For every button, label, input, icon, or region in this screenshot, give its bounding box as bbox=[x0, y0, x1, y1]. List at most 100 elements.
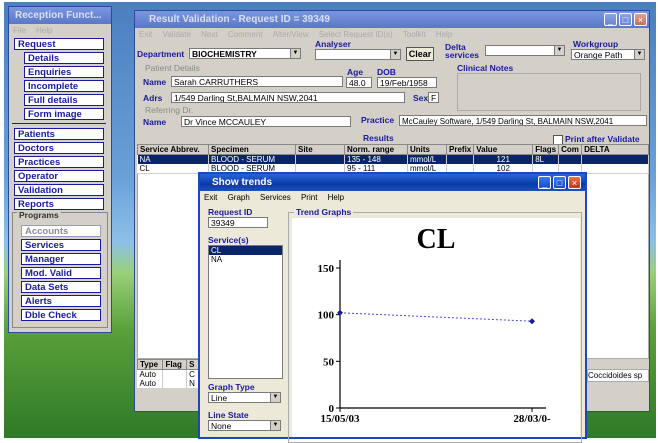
address-field[interactable]: 1/549 Darling St,BALMAIN NSW,2041 bbox=[171, 92, 405, 103]
col-prefix[interactable]: Prefix bbox=[445, 144, 475, 155]
maximize-icon[interactable]: □ bbox=[619, 13, 632, 26]
chart-axes: 05010015015/05/03 28/03/0- bbox=[318, 260, 551, 425]
dob-field[interactable]: 19/Feb/1958 bbox=[377, 77, 437, 88]
age-label: Age bbox=[347, 67, 364, 77]
menu-help[interactable]: Help bbox=[328, 193, 344, 202]
table-row[interactable]: Auto C bbox=[137, 369, 199, 379]
trend-graphs-label: Trend Graphs bbox=[294, 207, 354, 217]
request-id-label: Request ID bbox=[208, 207, 253, 217]
patient-name-field[interactable]: Sarah CARRUTHERS bbox=[171, 76, 343, 87]
enquiries-button[interactable]: Enquiries bbox=[24, 66, 104, 78]
organism-field[interactable]: Coccidoides sp bbox=[587, 369, 649, 382]
col-delta[interactable]: DELTA bbox=[581, 144, 649, 155]
line-state-select[interactable]: None ▼ bbox=[208, 420, 281, 431]
close-icon[interactable]: × bbox=[634, 13, 647, 26]
incomplete-button[interactable]: Incomplete bbox=[24, 80, 104, 92]
services-list: CL NA bbox=[208, 245, 283, 379]
cell: 135 - 148 bbox=[344, 154, 408, 164]
doctors-button[interactable]: Doctors bbox=[14, 142, 104, 154]
col-value[interactable]: Value bbox=[473, 144, 534, 155]
menu-print[interactable]: Print bbox=[301, 193, 317, 202]
list-item[interactable]: CL bbox=[209, 246, 282, 255]
col-site[interactable]: Site bbox=[295, 144, 345, 155]
menu-validate[interactable]: Validate bbox=[163, 30, 191, 39]
patients-button[interactable]: Patients bbox=[14, 128, 104, 140]
sex-field[interactable]: F bbox=[428, 92, 439, 103]
practice-field[interactable]: McCauley Software, 1/549 Darling St, BAL… bbox=[399, 115, 647, 126]
data-sets-button[interactable]: Data Sets bbox=[21, 281, 101, 293]
line-state-label: Line State bbox=[208, 410, 249, 420]
clear-button[interactable]: Clear bbox=[406, 47, 434, 61]
services-label: Service(s) bbox=[208, 235, 249, 245]
graph-type-value: Line bbox=[211, 393, 228, 403]
graph-type-select[interactable]: Line ▼ bbox=[208, 392, 281, 403]
services-button[interactable]: Services bbox=[21, 239, 101, 251]
menu-comment[interactable]: Comment bbox=[228, 30, 263, 39]
menu-help[interactable]: Help bbox=[36, 26, 52, 35]
age-field[interactable]: 48.0 bbox=[346, 77, 372, 88]
minimize-icon[interactable]: _ bbox=[604, 13, 617, 26]
graph-type-label: Graph Type bbox=[208, 382, 255, 392]
clinical-notes-box[interactable] bbox=[457, 73, 641, 111]
mod-valid-button[interactable]: Mod. Valid bbox=[21, 267, 101, 279]
cell: Auto bbox=[137, 369, 164, 379]
analyser-select[interactable]: ▼ bbox=[315, 49, 401, 60]
x-tick-label: 15/05/03 bbox=[320, 413, 360, 425]
close-icon[interactable]: × bbox=[568, 176, 581, 189]
col-service[interactable]: Service Abbrev. bbox=[137, 144, 209, 155]
menu-file[interactable]: File bbox=[13, 26, 26, 35]
menu-services[interactable]: Services bbox=[260, 193, 291, 202]
menu-toolkit[interactable]: Toolkit bbox=[403, 30, 426, 39]
cell bbox=[295, 154, 345, 164]
delta-services-label: Delta services bbox=[445, 42, 480, 60]
show-trends-window: Show trends _ □ × Exit Graph Services Pr… bbox=[198, 172, 587, 443]
col-com[interactable]: Com bbox=[558, 144, 583, 155]
maximize-icon[interactable]: □ bbox=[553, 176, 566, 189]
table-row[interactable]: NA BLOOD - SERUM 135 - 148 mmol/L 121 8L bbox=[137, 154, 649, 164]
workgroup-select[interactable]: Orange Path ▼ bbox=[571, 49, 645, 60]
form-image-button[interactable]: Form image bbox=[24, 108, 104, 120]
accounts-button[interactable]: Accounts bbox=[21, 225, 101, 237]
col-flags[interactable]: Flags bbox=[532, 144, 560, 155]
dble-check-button[interactable]: Dble Check bbox=[21, 309, 101, 321]
manager-button[interactable]: Manager bbox=[21, 253, 101, 265]
list-item[interactable]: NA bbox=[209, 255, 282, 264]
referring-dr-label: Referring Dr. bbox=[145, 105, 194, 115]
bottom-table: Type Flag S Auto C Auto N bbox=[136, 359, 199, 388]
programs-label: Programs bbox=[17, 210, 61, 220]
address-label: Adrs bbox=[143, 93, 163, 103]
col-specimen[interactable]: Specimen bbox=[208, 144, 296, 155]
menu-exit[interactable]: Exit bbox=[204, 193, 217, 202]
reports-button[interactable]: Reports bbox=[14, 198, 104, 210]
operator-button[interactable]: Operator bbox=[14, 170, 104, 182]
table-row[interactable]: Auto N bbox=[137, 379, 199, 388]
chevron-down-icon: ▼ bbox=[634, 50, 644, 59]
menu-graph[interactable]: Graph bbox=[228, 193, 250, 202]
full-details-button[interactable]: Full details bbox=[24, 94, 104, 106]
menu-alter-view[interactable]: Alter/View bbox=[273, 30, 309, 39]
col-type[interactable]: Type bbox=[136, 359, 164, 370]
menu-select-request[interactable]: Select Request ID(s) bbox=[319, 30, 393, 39]
department-label: Department bbox=[137, 49, 185, 59]
col-flag[interactable]: Flag bbox=[162, 359, 188, 370]
col-norm-range[interactable]: Norm. range bbox=[344, 144, 408, 155]
dob-label: DOB bbox=[377, 67, 396, 77]
alerts-button[interactable]: Alerts bbox=[21, 295, 101, 307]
menu-next[interactable]: Next bbox=[201, 30, 217, 39]
department-select[interactable]: BIOCHEMISTRY ▼ bbox=[189, 48, 301, 59]
menu-help[interactable]: Help bbox=[436, 30, 452, 39]
minimize-icon[interactable]: _ bbox=[538, 176, 551, 189]
dr-name-field[interactable]: Dr Vince MCCAULEY bbox=[181, 116, 351, 127]
chart-area: CL 0 50 100 150 15/05/03 28/03/0- bbox=[292, 218, 580, 437]
practices-button[interactable]: Practices bbox=[14, 156, 104, 168]
menu-exit[interactable]: Exit bbox=[139, 30, 152, 39]
trends-menubar: Exit Graph Services Print Help bbox=[200, 191, 585, 204]
col-s[interactable]: S bbox=[186, 359, 199, 370]
cell bbox=[558, 154, 583, 164]
delta-services-select[interactable]: ▼ bbox=[485, 45, 565, 56]
request-id-field[interactable]: 39349 bbox=[208, 217, 268, 228]
details-button[interactable]: Details bbox=[24, 52, 104, 64]
col-units[interactable]: Units bbox=[407, 144, 447, 155]
validation-button[interactable]: Validation bbox=[14, 184, 104, 196]
request-button[interactable]: Request bbox=[14, 38, 104, 50]
